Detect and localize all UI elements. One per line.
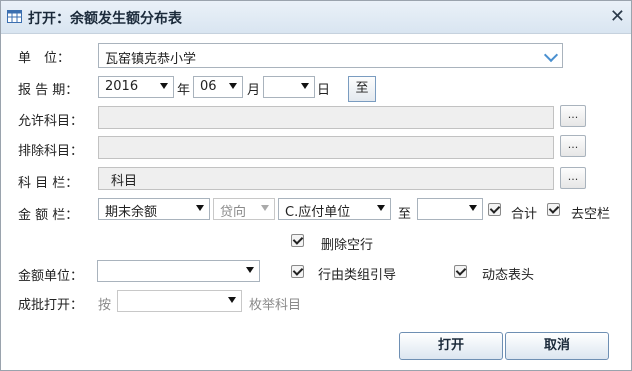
direction-select[interactable]: 贷向	[213, 198, 275, 220]
amount-to-label: 至	[398, 207, 412, 222]
dynamic-header-label: 动态表头	[482, 268, 535, 283]
dialog-title: 打开：余额发生额分布表	[28, 11, 182, 27]
delete-empty-rows-label: 删除空行	[321, 238, 374, 253]
unit-item-value: C.应付单位	[285, 205, 351, 220]
day-suffix: 日	[317, 83, 331, 98]
total-label: 合计	[511, 207, 538, 222]
unit-item-select[interactable]: C.应付单位	[278, 198, 391, 220]
batch-open-select[interactable]	[117, 290, 242, 312]
dropdown-arrow-icon	[469, 205, 477, 211]
dropdown-arrow-icon	[228, 297, 236, 303]
subject-column-browse-button[interactable]: ...	[560, 167, 586, 189]
month-suffix: 月	[247, 83, 261, 98]
year-value: 2016	[105, 79, 139, 94]
exclude-subject-label: 排除科目：	[18, 144, 84, 159]
row-group-guide-checkbox[interactable]	[291, 265, 304, 278]
table-icon	[7, 10, 22, 23]
subject-column-value: 科目	[111, 174, 138, 189]
amount-unit-label: 金额单位：	[18, 269, 84, 284]
dialog: 打开：余额发生额分布表 ✕ 单 位： 瓦窑镇克恭小学 报 告 期： 2016 年…	[0, 0, 632, 371]
remove-empty-col-label: 去空栏	[571, 207, 611, 222]
title-bar: 打开：余额发生额分布表 ✕	[1, 1, 631, 34]
period-label: 报 告 期：	[18, 83, 79, 98]
batch-suffix-label: 枚举科目	[249, 298, 302, 313]
subject-column-field[interactable]: 科目	[98, 167, 554, 190]
dropdown-arrow-icon	[160, 83, 168, 89]
year-select[interactable]: 2016	[98, 76, 174, 98]
dropdown-arrow-icon	[229, 83, 237, 89]
open-button[interactable]: 打开	[399, 332, 503, 360]
exclude-subject-browse-button[interactable]: ...	[560, 135, 586, 157]
allow-subject-label: 允许科目：	[18, 114, 84, 129]
chevron-down-icon[interactable]	[543, 47, 559, 63]
delete-empty-rows-checkbox[interactable]	[291, 234, 304, 247]
dropdown-arrow-icon	[377, 205, 385, 211]
direction-value: 贷向	[220, 205, 247, 220]
row-group-guide-label: 行由类组引导	[318, 268, 397, 283]
period-to-button[interactable]: 至	[348, 76, 376, 102]
year-suffix: 年	[177, 83, 191, 98]
unit-value: 瓦窑镇克恭小学	[105, 52, 197, 67]
exclude-subject-field[interactable]	[98, 136, 554, 159]
dropdown-arrow-icon	[246, 267, 254, 273]
balance-type-value: 期末余额	[105, 205, 158, 220]
total-checkbox[interactable]	[488, 203, 501, 216]
close-icon[interactable]: ✕	[610, 6, 625, 27]
allow-subject-field[interactable]	[98, 106, 554, 129]
allow-subject-browse-button[interactable]: ...	[560, 105, 586, 127]
balance-type-select[interactable]: 期末余额	[98, 198, 210, 220]
dynamic-header-checkbox[interactable]	[454, 265, 467, 278]
day-select[interactable]	[263, 76, 315, 98]
cancel-button[interactable]: 取消	[505, 332, 609, 360]
month-value: 06	[200, 79, 217, 94]
subject-column-label: 科 目 栏：	[18, 176, 79, 191]
amount-unit-select[interactable]	[97, 260, 260, 282]
dropdown-arrow-icon	[261, 205, 269, 211]
unit-select[interactable]: 瓦窑镇克恭小学	[98, 43, 563, 68]
batch-open-label: 成批打开：	[18, 298, 84, 313]
dropdown-arrow-icon	[301, 83, 309, 89]
unit-label: 单 位：	[18, 51, 71, 66]
remove-empty-col-checkbox[interactable]	[547, 203, 560, 216]
month-select[interactable]: 06	[193, 76, 243, 98]
batch-by-label: 按	[98, 298, 112, 313]
amount-column-label: 金 额 栏：	[18, 208, 79, 223]
dropdown-arrow-icon	[196, 205, 204, 211]
amount-to-select[interactable]	[417, 198, 483, 220]
